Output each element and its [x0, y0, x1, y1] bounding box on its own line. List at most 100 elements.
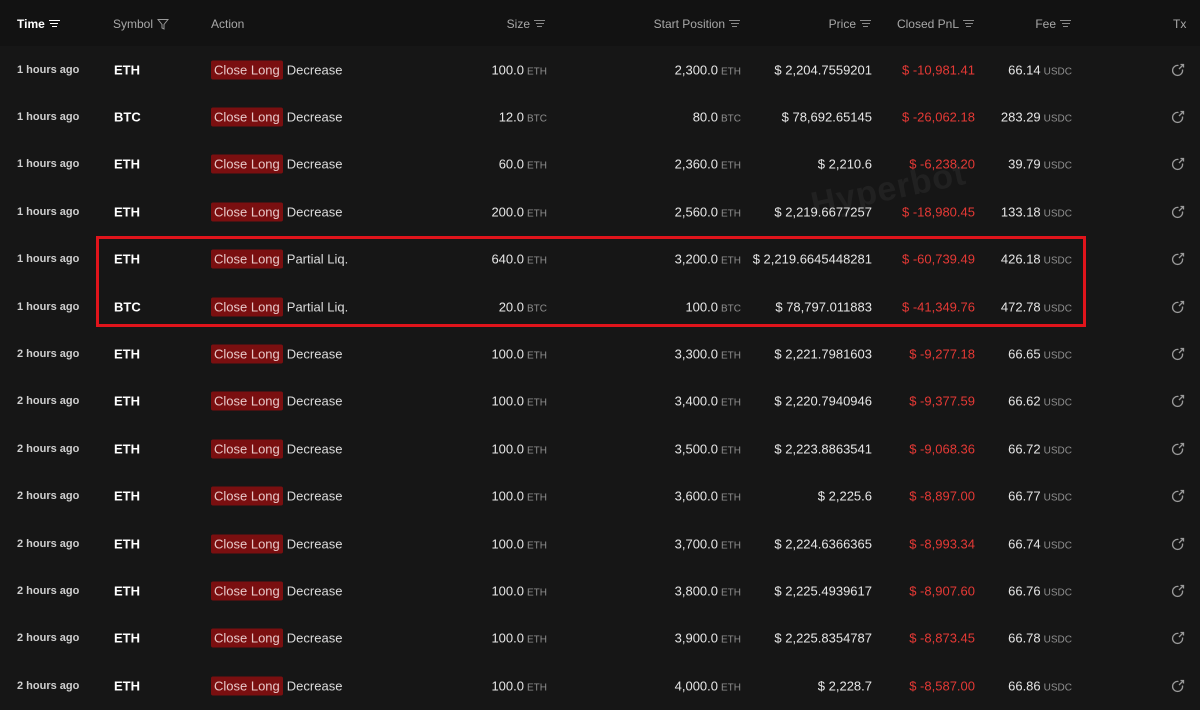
table-row[interactable]: 1 hours ago ETH Close Long Decrease 100.…	[0, 46, 1200, 93]
table-row[interactable]: 2 hours ago ETH Close Long Decrease 100.…	[0, 330, 1200, 377]
external-link-icon[interactable]	[1171, 584, 1185, 598]
external-link-icon[interactable]	[1171, 205, 1185, 219]
symbol-cell[interactable]: ETH	[114, 536, 140, 551]
closed-pnl-value: $ -9,068.36	[909, 441, 975, 457]
closed-pnl-cell: $ -8,897.00	[909, 489, 975, 504]
closed-pnl-value: $ -18,980.45	[901, 204, 975, 220]
size-value: 12.0	[498, 109, 524, 125]
table-row[interactable]: 2 hours ago ETH Close Long Decrease 100.…	[0, 425, 1200, 472]
symbol-cell[interactable]: ETH	[114, 489, 140, 504]
table-row[interactable]: 1 hours ago ETH Close Long Decrease 200.…	[0, 188, 1200, 235]
table-row[interactable]: 2 hours ago ETH Close Long Decrease 100.…	[0, 473, 1200, 520]
closed-pnl-value: $ -9,277.18	[909, 346, 975, 362]
closed-pnl-value: $ -8,873.45	[909, 630, 975, 646]
table-row[interactable]: 1 hours ago BTC Close Long Decrease 12.0…	[0, 93, 1200, 140]
action-type: Decrease	[286, 156, 343, 172]
filter-icon[interactable]	[157, 18, 170, 30]
sort-icon[interactable]	[860, 20, 871, 28]
column-header-symbol[interactable]: Symbol	[113, 17, 170, 31]
closed-pnl-value: $ -10,981.41	[901, 62, 975, 78]
fee-cell: 283.29 USDC	[1001, 110, 1072, 125]
start-position-unit: ETH	[721, 350, 741, 362]
price-cell: $ 2,220.7940946	[774, 394, 872, 409]
table-row[interactable]: 2 hours ago ETH Close Long Decrease 100.…	[0, 520, 1200, 567]
sort-icon[interactable]	[963, 20, 974, 28]
symbol-cell[interactable]: ETH	[114, 204, 140, 219]
column-header-closed-pnl-label: Closed PnL	[896, 17, 959, 31]
external-link-icon[interactable]	[1171, 63, 1185, 77]
column-header-tx-label: Tx	[1173, 17, 1187, 31]
start-position-cell: 2,560.0 ETH	[675, 204, 741, 219]
symbol-cell[interactable]: ETH	[114, 584, 140, 599]
sort-icon[interactable]	[729, 20, 740, 28]
time-cell: 2 hours ago	[17, 537, 80, 550]
table-row[interactable]: 2 hours ago ETH Close Long Decrease 100.…	[0, 615, 1200, 662]
closed-pnl-cell: $ -8,587.00	[909, 678, 975, 693]
external-link-icon[interactable]	[1171, 489, 1185, 503]
symbol-cell[interactable]: ETH	[114, 441, 140, 456]
column-header-size[interactable]: Size	[507, 17, 545, 31]
closed-pnl-cell: $ -26,062.18	[902, 110, 975, 125]
external-link-icon[interactable]	[1171, 252, 1185, 266]
start-position-unit: ETH	[721, 397, 741, 409]
column-header-start-position[interactable]: Start Position	[654, 17, 740, 31]
external-link-icon[interactable]	[1171, 537, 1185, 551]
size-unit: ETH	[527, 587, 547, 599]
external-link-icon[interactable]	[1171, 394, 1185, 408]
fee-cell: 66.62 USDC	[1008, 394, 1072, 409]
external-link-icon[interactable]	[1171, 347, 1185, 361]
fee-value: 66.86	[1008, 678, 1041, 694]
external-link-icon[interactable]	[1171, 110, 1185, 124]
fee-cell: 66.77 USDC	[1008, 489, 1072, 504]
time-cell: 2 hours ago	[17, 585, 80, 598]
symbol-cell[interactable]: ETH	[114, 157, 140, 172]
sort-icon[interactable]	[1060, 20, 1071, 28]
size-value: 100.0	[491, 346, 524, 362]
size-unit: ETH	[527, 208, 547, 220]
size-cell: 100.0 ETH	[491, 489, 547, 504]
close-long-badge: Close Long	[211, 391, 283, 411]
price-cell: $ 78,692.65145	[782, 110, 872, 125]
symbol-cell[interactable]: BTC	[114, 110, 141, 125]
fee-unit: USDC	[1043, 682, 1072, 694]
external-link-icon[interactable]	[1171, 442, 1185, 456]
time-cell: 2 hours ago	[17, 348, 80, 361]
time-cell: 1 hours ago	[17, 158, 80, 171]
table-row[interactable]: 1 hours ago ETH Close Long Decrease 60.0…	[0, 141, 1200, 188]
column-header-time[interactable]: Time	[17, 17, 60, 31]
start-position-value: 3,400.0	[674, 393, 718, 409]
action-cell: Close Long Decrease	[211, 344, 343, 364]
close-long-badge: Close Long	[211, 60, 283, 80]
column-header-price[interactable]: Price	[829, 17, 871, 31]
symbol-cell[interactable]: ETH	[114, 347, 140, 362]
symbol-cell[interactable]: ETH	[114, 631, 140, 646]
symbol-cell[interactable]: ETH	[114, 394, 140, 409]
table-row[interactable]: 2 hours ago ETH Close Long Decrease 100.…	[0, 378, 1200, 425]
start-position-cell: 3,800.0 ETH	[675, 584, 741, 599]
column-header-fee[interactable]: Fee	[1035, 17, 1071, 31]
sort-icon[interactable]	[48, 20, 60, 28]
size-unit: BTC	[527, 113, 547, 125]
fee-unit: USDC	[1043, 587, 1072, 599]
fee-unit: USDC	[1043, 350, 1072, 362]
close-long-badge: Close Long	[211, 581, 283, 601]
symbol-cell[interactable]: ETH	[114, 678, 140, 693]
external-link-icon[interactable]	[1171, 300, 1185, 314]
action-type: Decrease	[286, 536, 343, 552]
external-link-icon[interactable]	[1171, 157, 1185, 171]
start-position-cell: 3,700.0 ETH	[675, 536, 741, 551]
start-position-value: 4,000.0	[674, 678, 718, 694]
action-type: Decrease	[286, 346, 343, 362]
price-value: $ 2,228.7	[817, 678, 872, 694]
price-value: $ 2,220.7940946	[774, 393, 872, 409]
external-link-icon[interactable]	[1171, 679, 1185, 693]
fee-cell: 39.79 USDC	[1008, 157, 1072, 172]
table-row[interactable]: 2 hours ago ETH Close Long Decrease 100.…	[0, 662, 1200, 709]
sort-icon[interactable]	[534, 20, 545, 28]
trade-history-table: Time Symbol Action Size Start Position P…	[0, 0, 1200, 696]
price-cell: $ 2,228.7	[818, 678, 872, 693]
table-row[interactable]: 2 hours ago ETH Close Long Decrease 100.…	[0, 567, 1200, 614]
external-link-icon[interactable]	[1171, 631, 1185, 645]
column-header-closed-pnl[interactable]: Closed PnL	[897, 17, 974, 31]
symbol-cell[interactable]: ETH	[114, 62, 140, 77]
